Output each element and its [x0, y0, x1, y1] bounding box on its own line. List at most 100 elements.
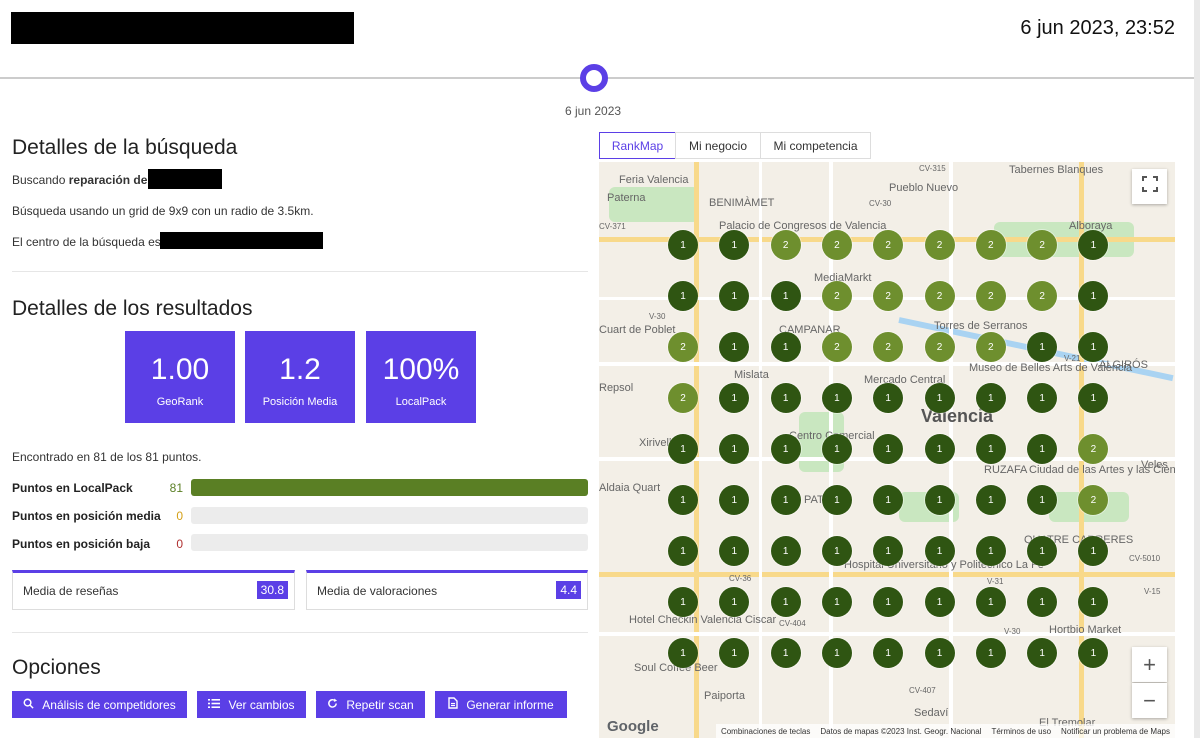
- report-problem-link[interactable]: Notificar un problema de Maps: [1061, 727, 1170, 736]
- divider: [12, 632, 588, 633]
- rank-pin[interactable]: 2: [873, 230, 904, 260]
- average-points-bar: [191, 507, 588, 524]
- tab-my-competition[interactable]: Mi competencia: [760, 132, 871, 159]
- competitor-analysis-button[interactable]: Análisis de competidores: [12, 691, 187, 718]
- rank-pin[interactable]: 2: [975, 230, 1006, 260]
- map-road-label: CV-371: [599, 222, 626, 231]
- rank-pin[interactable]: 1: [924, 638, 955, 668]
- rank-pin[interactable]: 1: [1078, 536, 1109, 566]
- rank-pin[interactable]: 1: [770, 536, 801, 566]
- rank-pin[interactable]: 2: [668, 383, 698, 413]
- rank-pin[interactable]: 2: [873, 281, 904, 311]
- rank-pin[interactable]: 1: [770, 332, 801, 362]
- rank-pin[interactable]: 1: [873, 434, 904, 464]
- rank-pin[interactable]: 1: [821, 638, 852, 668]
- rank-pin[interactable]: 1: [770, 383, 801, 413]
- rank-pin[interactable]: 1: [719, 587, 750, 617]
- rank-pin[interactable]: 1: [924, 536, 955, 566]
- rank-pin[interactable]: 2: [924, 332, 955, 362]
- fullscreen-button[interactable]: [1132, 169, 1167, 204]
- rank-pin[interactable]: 2: [770, 230, 801, 260]
- rank-pin[interactable]: 1: [719, 383, 750, 413]
- rank-pin[interactable]: 1: [821, 587, 852, 617]
- rank-pin[interactable]: 1: [975, 638, 1006, 668]
- rank-pin[interactable]: 1: [719, 485, 750, 515]
- button-label: Repetir scan: [346, 697, 414, 712]
- rank-pin[interactable]: 1: [924, 434, 955, 464]
- rank-pin[interactable]: 1: [1078, 383, 1109, 413]
- rank-pin[interactable]: 1: [924, 587, 955, 617]
- keyboard-shortcuts-link[interactable]: Combinaciones de teclas: [721, 727, 810, 736]
- terms-link[interactable]: Términos de uso: [991, 727, 1051, 736]
- rank-pin[interactable]: 1: [770, 434, 801, 464]
- rank-pin[interactable]: 1: [668, 485, 698, 515]
- tab-rankmap[interactable]: RankMap: [599, 132, 676, 159]
- rank-pin[interactable]: 1: [719, 230, 750, 260]
- rank-pin[interactable]: 1: [821, 536, 852, 566]
- rank-pin[interactable]: 2: [821, 281, 852, 311]
- rank-pin[interactable]: 1: [668, 536, 698, 566]
- generate-report-button[interactable]: Generar informe: [435, 691, 567, 718]
- rank-pin[interactable]: 2: [821, 230, 852, 260]
- rank-pin[interactable]: 1: [1078, 332, 1109, 362]
- rank-pin[interactable]: 1: [668, 281, 698, 311]
- rank-pin[interactable]: 1: [1078, 638, 1109, 668]
- rank-pin[interactable]: 1: [1027, 536, 1058, 566]
- rank-pin[interactable]: 2: [924, 230, 955, 260]
- view-changes-button[interactable]: Ver cambios: [197, 691, 306, 718]
- rank-pin[interactable]: 1: [668, 638, 698, 668]
- rank-pin[interactable]: 1: [1027, 332, 1058, 362]
- rank-pin[interactable]: 1: [873, 536, 904, 566]
- rank-pin[interactable]: 1: [1027, 587, 1058, 617]
- timeline-point[interactable]: [580, 64, 608, 92]
- rank-pin[interactable]: 1: [873, 485, 904, 515]
- rank-pin[interactable]: 1: [1027, 485, 1058, 515]
- zoom-out-button[interactable]: −: [1132, 683, 1167, 718]
- rank-pin[interactable]: 1: [719, 281, 750, 311]
- rank-pin[interactable]: 1: [924, 383, 955, 413]
- rank-pin[interactable]: 1: [1027, 638, 1058, 668]
- map-label: BENIMÀMET: [709, 197, 775, 209]
- rank-pin[interactable]: 2: [1027, 281, 1058, 311]
- rank-pin[interactable]: 1: [975, 587, 1006, 617]
- rank-pin[interactable]: 1: [821, 434, 852, 464]
- rank-pin[interactable]: 1: [668, 434, 698, 464]
- rank-pin[interactable]: 1: [975, 485, 1006, 515]
- rank-pin[interactable]: 2: [924, 281, 955, 311]
- rank-pin[interactable]: 1: [821, 485, 852, 515]
- rank-pin[interactable]: 1: [873, 587, 904, 617]
- rank-pin[interactable]: 1: [924, 485, 955, 515]
- rank-pin[interactable]: 2: [821, 332, 852, 362]
- rank-pin[interactable]: 2: [975, 332, 1006, 362]
- rank-pin[interactable]: 2: [873, 332, 904, 362]
- rank-pin[interactable]: 1: [873, 638, 904, 668]
- rank-pin[interactable]: 1: [1078, 587, 1109, 617]
- repeat-scan-button[interactable]: Repetir scan: [316, 691, 425, 718]
- zoom-in-button[interactable]: +: [1132, 647, 1167, 682]
- scrollbar[interactable]: [1194, 0, 1200, 738]
- rank-pin[interactable]: 1: [719, 536, 750, 566]
- rank-pin[interactable]: 1: [719, 332, 750, 362]
- tab-my-business[interactable]: Mi negocio: [675, 132, 761, 159]
- rank-pin[interactable]: 1: [1027, 383, 1058, 413]
- rank-pin[interactable]: 2: [1027, 230, 1058, 260]
- localpack-stat: 100% LocalPack: [366, 331, 476, 423]
- rank-pin[interactable]: 1: [668, 230, 698, 260]
- rank-pin[interactable]: 1: [975, 434, 1006, 464]
- rank-pin[interactable]: 1: [821, 383, 852, 413]
- rank-map[interactable]: Feria Valencia Paterna BENIMÀMET Pueblo …: [599, 162, 1175, 738]
- rank-pin[interactable]: 1: [668, 587, 698, 617]
- rank-pin[interactable]: 1: [1027, 434, 1058, 464]
- rank-pin[interactable]: 1: [719, 638, 750, 668]
- rank-pin[interactable]: 2: [975, 281, 1006, 311]
- rank-pin[interactable]: 1: [975, 536, 1006, 566]
- rank-pin[interactable]: 1: [1078, 281, 1109, 311]
- rank-pin[interactable]: 1: [975, 383, 1006, 413]
- rank-pin[interactable]: 1: [770, 587, 801, 617]
- rank-pin[interactable]: 1: [770, 281, 801, 311]
- rank-pin[interactable]: 1: [770, 485, 801, 515]
- rank-pin[interactable]: 1: [770, 638, 801, 668]
- document-icon: [448, 697, 459, 712]
- rank-pin[interactable]: 1: [873, 383, 904, 413]
- rank-pin[interactable]: 2: [668, 332, 698, 362]
